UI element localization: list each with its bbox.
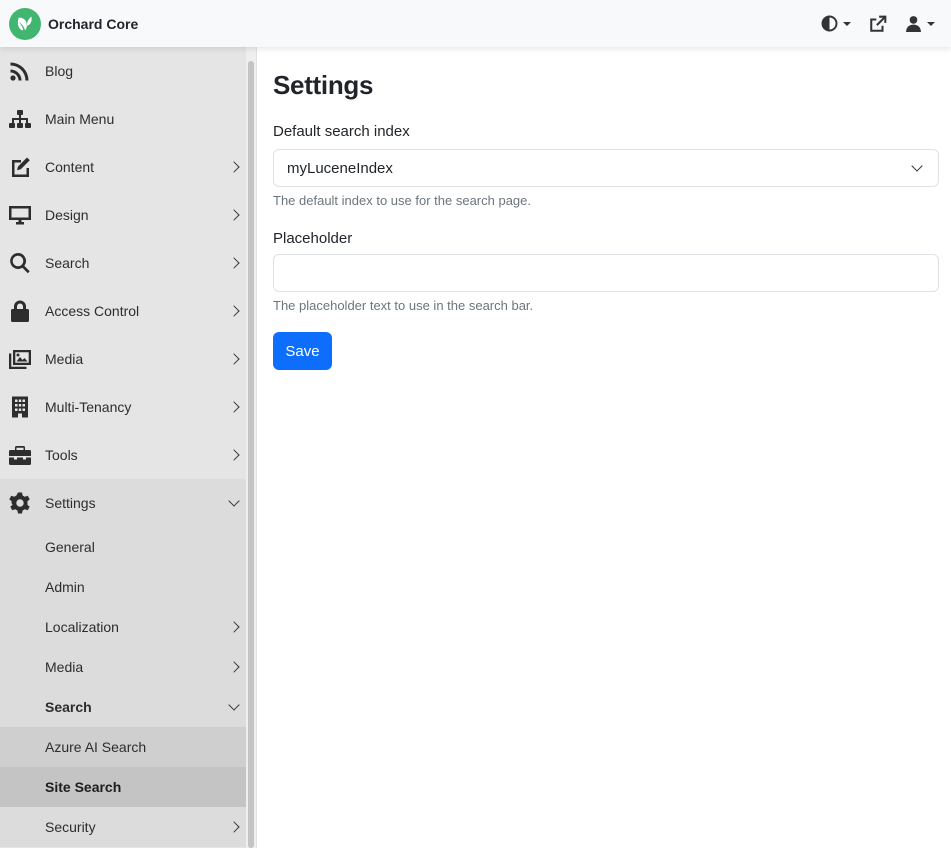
chevron-down-icon bbox=[228, 699, 240, 711]
sidebar-subitem-search[interactable]: Search bbox=[0, 687, 246, 727]
sidebar-subitem-site-search[interactable]: Site Search bbox=[0, 767, 246, 807]
caret-down-icon bbox=[927, 21, 935, 26]
sidebar-item-tools[interactable]: Tools bbox=[0, 431, 246, 479]
sidebar-subitem-admin[interactable]: Admin bbox=[0, 567, 246, 607]
sidebar-item-main-menu[interactable]: Main Menu bbox=[0, 95, 246, 143]
top-navbar: Orchard Core bbox=[0, 0, 951, 47]
sidebar-divider bbox=[256, 47, 257, 848]
search-icon bbox=[7, 251, 33, 275]
chevron-down-icon bbox=[911, 160, 923, 172]
external-link-icon bbox=[870, 15, 887, 32]
placeholder-label: Placeholder bbox=[273, 230, 353, 247]
chevron-right-icon bbox=[228, 209, 240, 221]
default-index-select[interactable]: myLuceneIndex bbox=[273, 149, 939, 187]
building-icon bbox=[7, 395, 33, 419]
default-index-help: The default index to use for the search … bbox=[273, 193, 532, 208]
search-subgroup: Azure AI Search Site Search bbox=[0, 727, 246, 807]
user-menu-button[interactable] bbox=[905, 15, 935, 32]
edit-icon bbox=[7, 155, 33, 179]
chevron-right-icon bbox=[228, 621, 240, 633]
toolbox-icon bbox=[7, 443, 33, 467]
brand[interactable]: Orchard Core bbox=[9, 7, 139, 40]
default-index-value: myLuceneIndex bbox=[287, 159, 393, 177]
sidebar-item-settings[interactable]: Settings bbox=[0, 479, 246, 527]
page-title: Settings bbox=[273, 70, 374, 100]
default-index-label: Default search index bbox=[273, 123, 410, 140]
sitemap-icon bbox=[7, 107, 33, 131]
sidebar-subitem-media[interactable]: Media bbox=[0, 647, 246, 687]
chevron-right-icon bbox=[228, 661, 240, 673]
sidebar-subitem-security[interactable]: Security bbox=[0, 807, 246, 847]
sidebar-item-blog[interactable]: Blog bbox=[0, 47, 246, 95]
sidebar-item-search[interactable]: Search bbox=[0, 239, 246, 287]
scrollbar-thumb[interactable] bbox=[248, 61, 254, 848]
placeholder-input[interactable] bbox=[273, 254, 939, 292]
sidebar-item-design[interactable]: Design bbox=[0, 191, 246, 239]
theme-toggle-button[interactable] bbox=[821, 15, 851, 32]
theme-toggle-icon bbox=[821, 15, 838, 32]
lock-icon bbox=[7, 299, 33, 323]
chevron-right-icon bbox=[228, 401, 240, 413]
save-button[interactable]: Save bbox=[273, 332, 332, 370]
sidebar-subitem-localization[interactable]: Localization bbox=[0, 607, 246, 647]
open-site-button[interactable] bbox=[869, 15, 887, 33]
chevron-right-icon bbox=[228, 257, 240, 269]
sidebar-item-content[interactable]: Content bbox=[0, 143, 246, 191]
chevron-down-icon bbox=[228, 495, 240, 507]
rss-icon bbox=[7, 59, 33, 83]
main-content: Settings Default search index myLuceneIn… bbox=[273, 47, 939, 370]
chevron-right-icon bbox=[228, 305, 240, 317]
sidebar: Blog Main Menu Content Design Search Acc… bbox=[0, 47, 246, 848]
caret-down-icon bbox=[843, 21, 851, 26]
orchard-logo-icon bbox=[9, 7, 41, 40]
brand-name: Orchard Core bbox=[48, 15, 139, 32]
user-icon bbox=[906, 16, 921, 32]
chevron-right-icon bbox=[228, 821, 240, 833]
monitor-icon bbox=[7, 203, 33, 227]
chevron-right-icon bbox=[228, 161, 240, 173]
sidebar-item-multi-tenancy[interactable]: Multi-Tenancy bbox=[0, 383, 246, 431]
images-icon bbox=[7, 347, 33, 371]
chevron-right-icon bbox=[228, 449, 240, 461]
sidebar-item-access-control[interactable]: Access Control bbox=[0, 287, 246, 335]
sidebar-scrollbar[interactable] bbox=[246, 47, 256, 848]
settings-group: Settings General Admin Localization Medi… bbox=[0, 479, 246, 847]
gear-icon bbox=[7, 491, 33, 515]
chevron-right-icon bbox=[228, 353, 240, 365]
placeholder-help: The placeholder text to use in the searc… bbox=[273, 298, 534, 313]
sidebar-subitem-azure-ai-search[interactable]: Azure AI Search bbox=[0, 727, 246, 767]
sidebar-subitem-general[interactable]: General bbox=[0, 527, 246, 567]
sidebar-item-media[interactable]: Media bbox=[0, 335, 246, 383]
